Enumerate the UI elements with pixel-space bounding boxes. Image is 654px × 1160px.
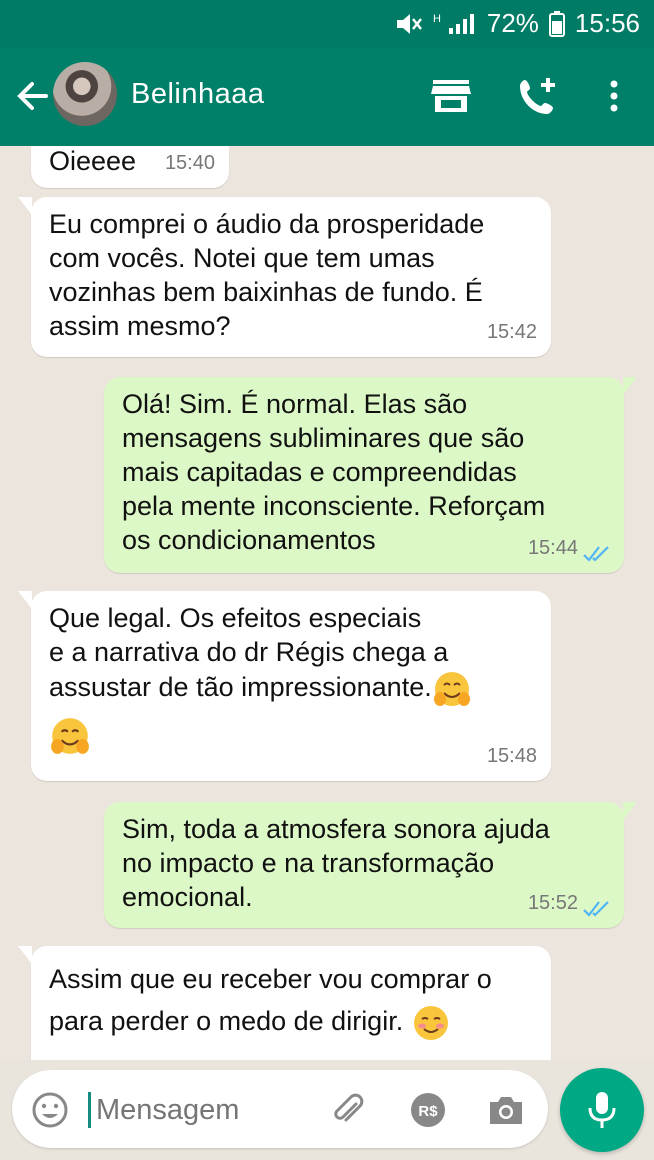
back-arrow-icon[interactable] — [12, 74, 52, 118]
message-body: Assim que eu receber vou comprar o para … — [49, 958, 492, 1043]
message-outgoing[interactable]: Olá! Sim. É normal. Elas são mensagens s… — [104, 377, 637, 573]
battery-icon — [548, 10, 565, 37]
svg-text:R$: R$ — [418, 1103, 438, 1120]
attach-icon[interactable] — [328, 1090, 368, 1130]
camera-icon[interactable] — [486, 1090, 526, 1130]
bubble-tail — [18, 946, 32, 964]
avatar[interactable] — [53, 62, 117, 126]
message-incoming[interactable]: Assim que eu receber vou comprar o para … — [18, 946, 551, 1060]
message-time: 15:42 — [486, 321, 537, 343]
mic-icon — [588, 1092, 616, 1128]
status-icons: H 72% 15:56 — [395, 8, 640, 39]
payment-icon[interactable]: R$ — [408, 1090, 448, 1130]
hugging-face-emoji — [51, 718, 89, 754]
status-bar: H 72% 15:56 — [0, 0, 654, 48]
chat-header: Belinhaaa — [0, 48, 654, 146]
emoji-line — [49, 715, 472, 757]
hugging-face-emoji — [433, 672, 470, 706]
clock: 15:56 — [574, 8, 640, 38]
message-text: Eu comprei o áudio da prosperidade com v… — [49, 209, 485, 341]
message-time: 15:48 — [486, 745, 537, 767]
battery-percent: 72% — [486, 8, 539, 38]
message-incoming[interactable]: Oieeee 15:40 — [31, 146, 229, 188]
message-outgoing[interactable]: Sim, toda a atmosfera sonora ajuda no im… — [104, 802, 637, 928]
message-text: Que legal. Os efeitos especiais e a narr… — [49, 603, 449, 703]
message-time: 15:40 — [164, 152, 215, 174]
message-composer: R$ — [12, 1070, 548, 1148]
message-body: Que legal. Os efeitos especiais e a narr… — [49, 601, 472, 757]
signal-icon: H — [433, 13, 474, 34]
call-add-icon[interactable] — [518, 76, 558, 116]
bubble-tail — [623, 377, 637, 395]
bubble-tail — [18, 591, 32, 609]
contact-name[interactable]: Belinhaaa — [131, 78, 265, 111]
message-text: Oieeee — [49, 146, 137, 176]
message-time: 15:44 — [527, 537, 578, 559]
emoji-icon[interactable] — [30, 1090, 70, 1130]
bubble-tail — [18, 197, 32, 215]
bubble-tail — [623, 802, 637, 820]
message-text: Sim, toda a atmosfera sonora ajuda no im… — [122, 814, 550, 912]
svg-text:H: H — [433, 13, 441, 25]
smiling-face-emoji — [413, 1005, 448, 1040]
message-time: 15:52 — [527, 892, 578, 914]
message-input[interactable] — [94, 1088, 338, 1132]
message-list[interactable]: Oieeee 15:40 Eu comprei o áudio da prosp… — [0, 146, 654, 1060]
more-vert-icon[interactable] — [594, 76, 634, 116]
message-incoming[interactable]: Que legal. Os efeitos especiais e a narr… — [18, 591, 551, 781]
read-receipt-icon — [583, 546, 609, 562]
mic-button[interactable] — [560, 1068, 644, 1152]
read-receipt-icon — [583, 901, 609, 917]
message-text: Olá! Sim. É normal. Elas são mensagens s… — [122, 389, 546, 555]
mute-icon — [396, 13, 422, 34]
text-cursor — [88, 1092, 91, 1128]
message-incoming[interactable]: Eu comprei o áudio da prosperidade com v… — [18, 197, 551, 357]
store-icon[interactable] — [431, 76, 471, 116]
